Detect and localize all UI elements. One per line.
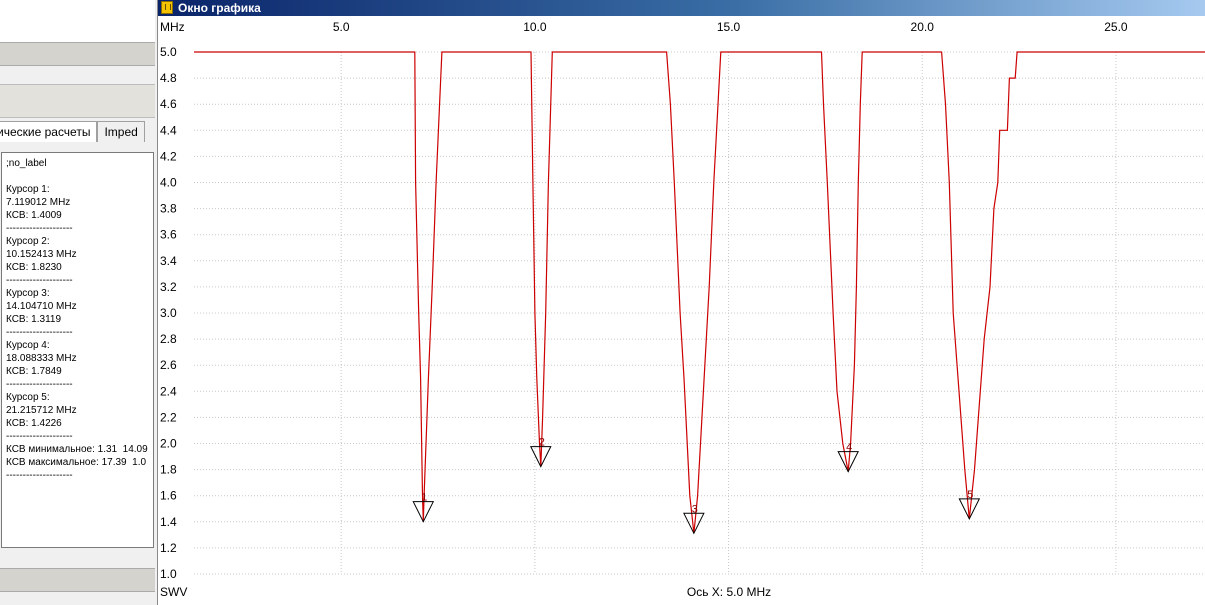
info-line: КСВ: 1.4009 [6, 210, 62, 221]
info-line: Курсор 2: [6, 236, 50, 247]
y-tick-label: 4.4 [160, 123, 177, 137]
y-tick-label: 2.0 [160, 437, 177, 451]
window-title: Окно графика [178, 1, 261, 15]
swr-trace [194, 51, 1205, 534]
graph-window: Окно графика 1.0 1.2 1.4 1.6 1.8 2.0 2.2 2.4 2.6… [157, 0, 1205, 605]
y-tick-label: 4.2 [160, 149, 177, 163]
y-tick-label: 3.0 [160, 306, 177, 320]
y-tick-label: 1.2 [160, 541, 177, 555]
y-tick-label: 2.6 [160, 358, 177, 372]
y-tick-label: 5.0 [160, 45, 177, 59]
left-panel-top-area [0, 0, 155, 42]
x-tick-label: 20.0 [911, 20, 935, 34]
cursor-marker-label: 4 [846, 442, 852, 454]
x-tick-label: 25.0 [1104, 20, 1128, 34]
info-line: -------------------- [6, 470, 73, 481]
y-tick-label: 3.2 [160, 280, 177, 294]
info-line: 10.152413 MHz [6, 249, 77, 260]
x-tick-label: 5.0 [333, 20, 350, 34]
info-line: КСВ: 1.3119 [6, 314, 62, 325]
y-tick-label: 1.8 [160, 463, 177, 477]
info-line: КСВ: 1.7849 [6, 366, 62, 377]
y-tick-label: 1.0 [160, 567, 177, 581]
y-tick-label: 4.0 [160, 176, 177, 190]
left-panel-band [0, 84, 155, 118]
y-tick-label: 3.6 [160, 228, 177, 242]
y-tick-label: 3.8 [160, 202, 177, 216]
app-icon [161, 1, 173, 14]
info-line [6, 170, 153, 183]
info-line: -------------------- [6, 327, 73, 338]
y-tick-label: 2.8 [160, 332, 177, 346]
cursor-markers: 1 2 3 4 5 [412, 437, 981, 535]
left-panel-tab-strip: ические расчеты Imped [0, 121, 145, 143]
info-line: 14.104710 MHz [6, 301, 77, 312]
x-axis-caption: Ось X: 5.0 MHz [687, 585, 771, 599]
info-line: -------------------- [6, 275, 73, 286]
y-tick-labels: 1.0 1.2 1.4 1.6 1.8 2.0 2.2 2.4 2.6 2.8 3.0 3.2 3.4 3… [160, 45, 177, 581]
info-line: 18.088333 MHz [6, 353, 77, 364]
info-line: 21.215712 MHz [6, 405, 77, 416]
info-line: -------------------- [6, 431, 73, 442]
info-line: 7.119012 MHz [6, 197, 71, 208]
left-panel: ические расчеты Imped ;no_label Курсор 1… [0, 0, 155, 605]
swr-plot[interactable]: 1.0 1.2 1.4 1.6 1.8 2.0 2.2 2.4 2.6 2.8 3.0 3.2 3.4 3… [158, 16, 1205, 605]
info-line: КСВ минимальное: 1.31 14.09 [6, 444, 148, 455]
y-tick-label: 2.2 [160, 410, 177, 424]
y-axis-name: SWV [160, 585, 187, 599]
x-tick-label: 15.0 [717, 20, 741, 34]
info-line: КСВ: 1.4226 [6, 418, 62, 429]
info-line: Курсор 5: [6, 392, 50, 403]
left-panel-toolbar [0, 42, 155, 66]
y-tick-label: 4.6 [160, 97, 177, 111]
info-line: -------------------- [6, 223, 73, 234]
x-tick-labels: 5.0 10.0 15.0 20.0 25.0 [333, 20, 1128, 34]
info-line: Курсор 3: [6, 288, 50, 299]
graph-window-title-bar[interactable]: Окно графика [158, 0, 1205, 16]
x-tick-label: 10.0 [523, 20, 547, 34]
y-tick-label: 2.4 [160, 384, 177, 398]
info-line: Курсор 4: [6, 340, 50, 351]
cursor-marker-label: 3 [692, 503, 698, 515]
info-line: КСВ максимальное: 17.39 1.0 [6, 457, 147, 468]
cursor-marker-label: 5 [967, 489, 973, 501]
left-panel-bottom-bar [0, 568, 155, 592]
cursor-info-box[interactable]: ;no_label Курсор 1: 7.119012 MHz КСВ: 1.40… [1, 152, 154, 548]
y-tick-label: 4.8 [160, 71, 177, 85]
grid [194, 51, 1205, 575]
y-tick-label: 1.6 [160, 489, 177, 503]
info-line: ;no_label [6, 158, 47, 169]
tab-impedance[interactable]: Imped [97, 121, 145, 142]
cursor-marker-label: 2 [539, 437, 545, 449]
info-line: Курсор 1: [6, 184, 50, 195]
info-line: -------------------- [6, 379, 73, 390]
y-tick-label: 1.4 [160, 515, 177, 529]
tab-calculations[interactable]: ические расчеты [0, 121, 98, 142]
y-tick-label: 3.4 [160, 254, 177, 268]
x-unit-label: MHz [160, 20, 185, 34]
cursor-marker-label: 1 [421, 492, 427, 504]
info-line: КСВ: 1.8230 [6, 262, 62, 273]
